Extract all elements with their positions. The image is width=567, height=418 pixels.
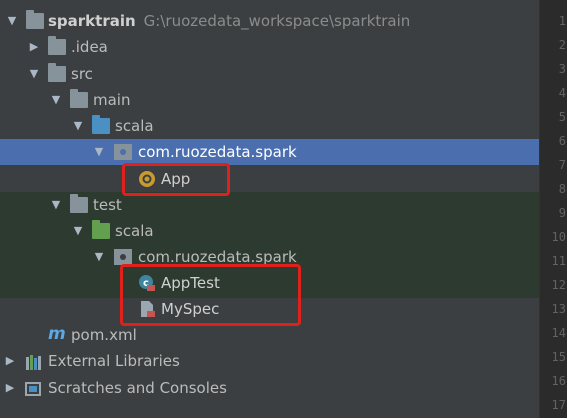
- scratches-icon: [25, 380, 43, 396]
- chevron-right-icon[interactable]: ▶: [4, 375, 16, 401]
- tree-row-src[interactable]: ▼ src: [0, 61, 539, 87]
- line-number: 14: [551, 326, 566, 340]
- package-icon: [114, 249, 132, 265]
- chevron-down-icon[interactable]: ▼: [72, 218, 84, 244]
- tree-label-test: test: [93, 196, 122, 214]
- folder-icon: [70, 194, 88, 213]
- tree-row-main-package[interactable]: ▼ com.ruozedata.spark: [0, 139, 539, 165]
- line-number: 17: [551, 398, 566, 412]
- line-number: 9: [558, 206, 566, 220]
- line-number: 1: [558, 14, 566, 28]
- package-icon: [114, 144, 132, 160]
- test-folder-icon: [92, 220, 110, 239]
- folder-icon: [70, 89, 88, 108]
- line-number: 12: [551, 278, 566, 292]
- chevron-down-icon[interactable]: ▼: [93, 244, 105, 270]
- chevron-right-icon[interactable]: ▶: [28, 34, 40, 60]
- highlight-box-app: [122, 163, 230, 196]
- line-number: 4: [558, 86, 566, 100]
- tree-row-project-root[interactable]: ▼ sparktrain G:\ruozedata_workspace\spark…: [0, 8, 539, 34]
- tree-label-main: main: [93, 91, 131, 109]
- project-tree: ▼ sparktrain G:\ruozedata_workspace\spark…: [0, 0, 539, 418]
- chevron-down-icon[interactable]: ▼: [50, 87, 62, 113]
- tree-label-external-libraries: External Libraries: [48, 352, 180, 370]
- chevron-right-icon[interactable]: ▶: [4, 348, 16, 374]
- line-number: 13: [551, 302, 566, 316]
- maven-icon: m: [48, 324, 66, 344]
- chevron-down-icon[interactable]: ▼: [93, 139, 105, 165]
- line-number: 8: [558, 182, 566, 196]
- line-number: 6: [558, 134, 566, 148]
- tree-row-main-scala[interactable]: ▼ scala: [0, 113, 539, 139]
- editor-line-gutter: 1 2 3 4 5 6 7 8 9 10 11 12 13 14 15 16 1…: [539, 0, 567, 418]
- library-icon: [25, 353, 43, 370]
- tree-label-src: src: [71, 65, 93, 83]
- chevron-down-icon[interactable]: ▼: [6, 8, 18, 34]
- source-folder-icon: [92, 115, 110, 134]
- tree-label-main-package: com.ruozedata.spark: [138, 143, 297, 161]
- tree-row-test-scala[interactable]: ▼ scala: [0, 218, 539, 244]
- line-number: 11: [551, 254, 566, 268]
- tree-row-external-libraries[interactable]: ▶ External Libraries: [0, 348, 539, 374]
- line-number: 5: [558, 110, 566, 124]
- project-folder-icon: [26, 10, 44, 29]
- chevron-down-icon[interactable]: ▼: [28, 61, 40, 87]
- line-number: 7: [558, 158, 566, 172]
- project-name: sparktrain: [48, 12, 136, 30]
- tree-label-main-scala: scala: [115, 117, 154, 135]
- folder-icon: [48, 36, 66, 55]
- project-path: G:\ruozedata_workspace\sparktrain: [143, 12, 411, 30]
- tree-row-app[interactable]: App: [0, 166, 539, 192]
- tree-row-test[interactable]: ▼ test: [0, 192, 539, 218]
- line-number: 16: [551, 374, 566, 388]
- tree-label-test-scala: scala: [115, 222, 154, 240]
- line-number: 10: [551, 230, 566, 244]
- folder-icon: [48, 63, 66, 82]
- tree-label-scratches: Scratches and Consoles: [48, 379, 227, 397]
- tree-row-idea[interactable]: ▶ .idea: [0, 34, 539, 60]
- tree-row-scratches[interactable]: ▶ Scratches and Consoles: [0, 375, 539, 401]
- highlight-box-tests: [120, 264, 301, 326]
- tree-row-main[interactable]: ▼ main: [0, 87, 539, 113]
- line-number: 2: [558, 38, 566, 52]
- chevron-down-icon[interactable]: ▼: [50, 192, 62, 218]
- line-number: 3: [558, 62, 566, 76]
- chevron-down-icon[interactable]: ▼: [72, 113, 84, 139]
- tree-label-idea: .idea: [71, 38, 108, 56]
- line-number: 15: [551, 350, 566, 364]
